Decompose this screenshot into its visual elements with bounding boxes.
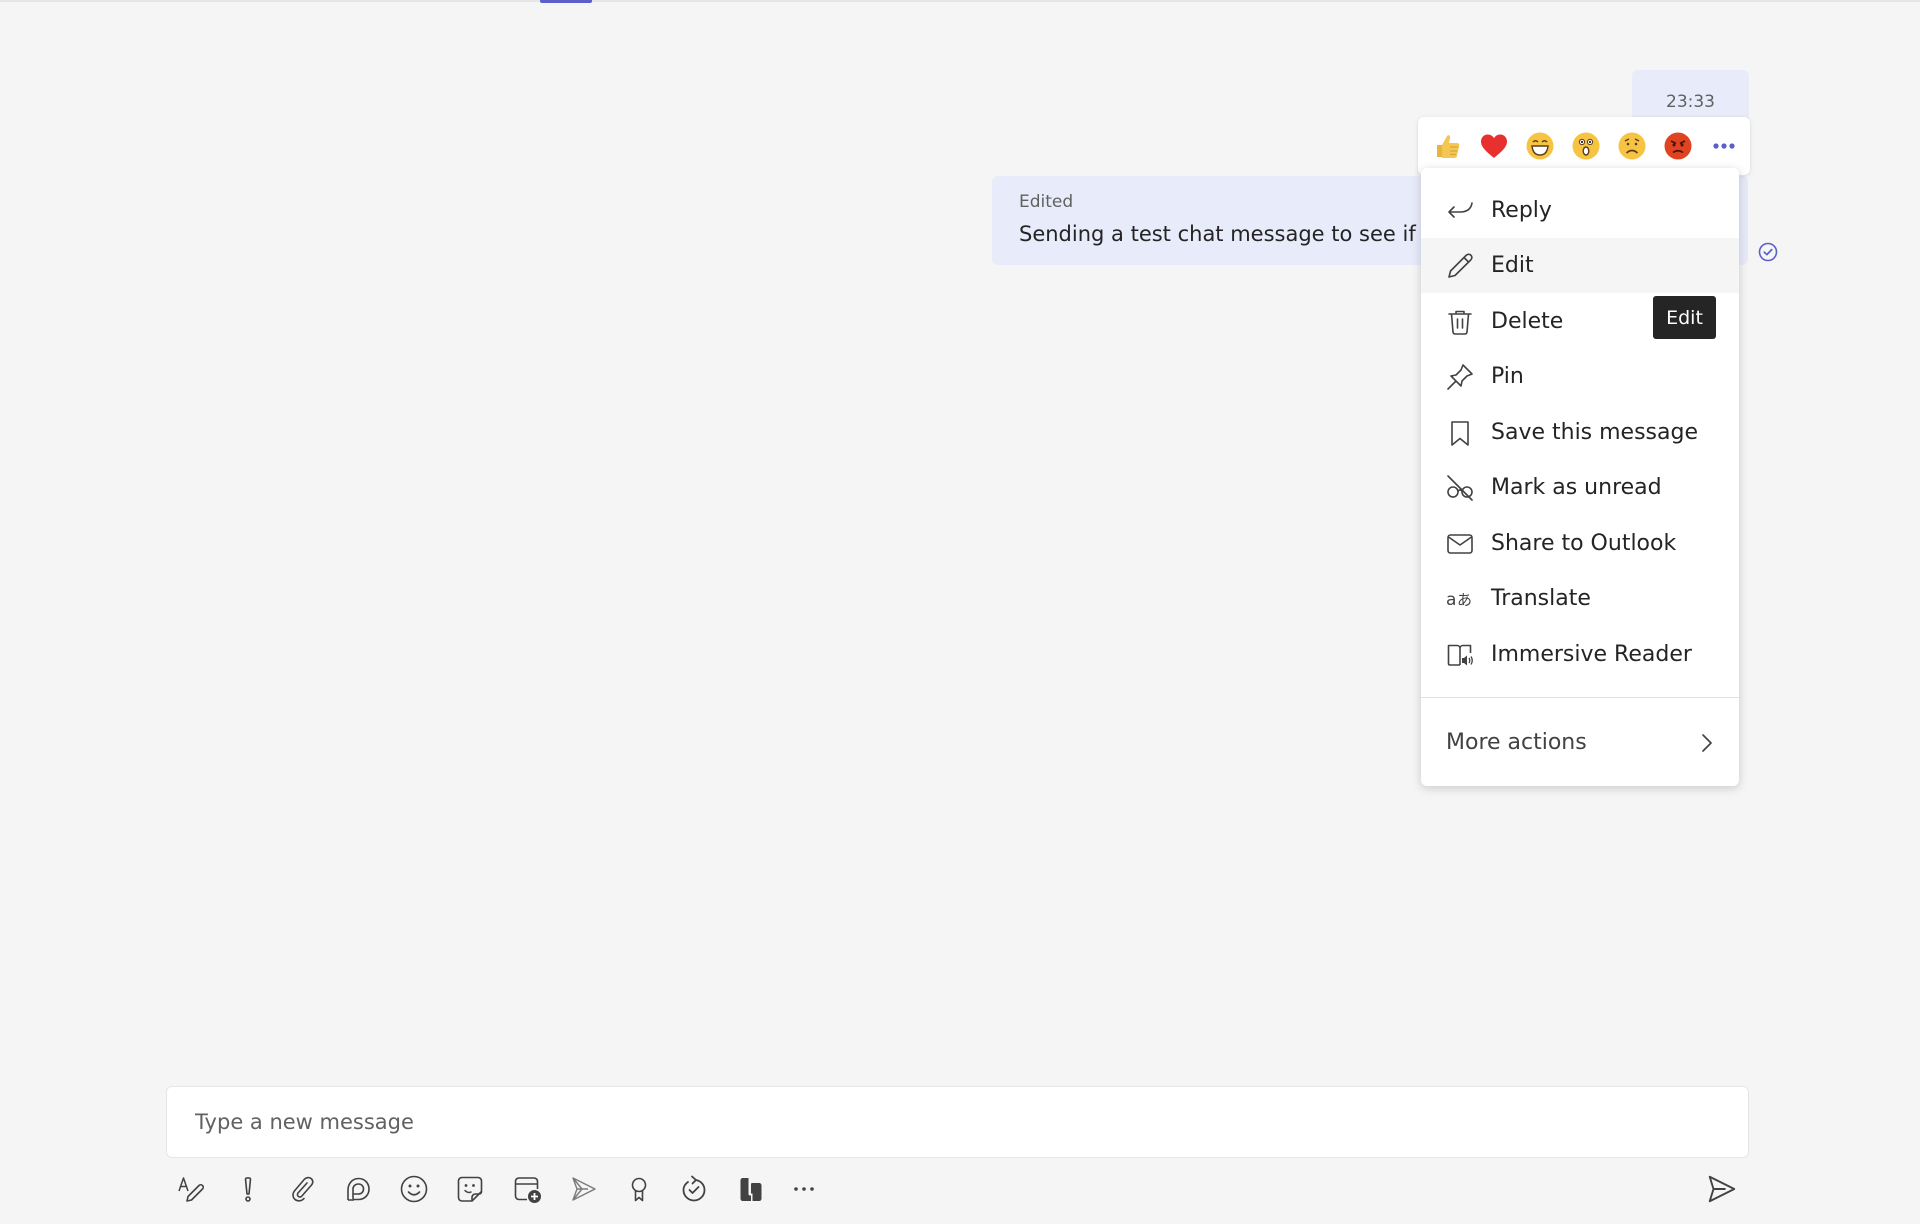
refresh-check-icon xyxy=(679,1174,709,1208)
angry-face-icon[interactable] xyxy=(1662,130,1694,162)
attach-button[interactable] xyxy=(286,1174,320,1208)
menu-label: Pin xyxy=(1491,364,1524,389)
praise-button[interactable] xyxy=(622,1174,656,1208)
menu-label: Save this message xyxy=(1491,420,1699,445)
svg-text:a: a xyxy=(1446,590,1456,610)
message-context-menu: Reply Edit Delete Pin Save this message … xyxy=(1421,168,1739,786)
edit-tooltip: Edit xyxy=(1653,296,1716,339)
reaction-bar xyxy=(1418,117,1750,175)
sticker-button[interactable] xyxy=(453,1174,487,1208)
menu-item-reply[interactable]: Reply xyxy=(1421,183,1739,238)
trash-icon xyxy=(1445,307,1475,337)
priority-button[interactable] xyxy=(231,1174,265,1208)
format-button[interactable] xyxy=(175,1174,209,1208)
svg-text:あ: あ xyxy=(1457,591,1472,609)
menu-item-save[interactable]: Save this message xyxy=(1421,405,1739,460)
sticker-icon xyxy=(455,1174,485,1208)
menu-item-immersive-reader[interactable]: Immersive Reader xyxy=(1421,627,1739,682)
menu-label: Reply xyxy=(1491,198,1552,223)
exclamation-icon xyxy=(233,1174,263,1208)
immersive-reader-icon xyxy=(1445,640,1475,670)
loop-icon xyxy=(343,1174,373,1208)
bookmark-icon xyxy=(1445,418,1475,448)
pencil-icon xyxy=(1445,251,1475,281)
translate-icon: aあ xyxy=(1445,584,1475,614)
menu-item-pin[interactable]: Pin xyxy=(1421,349,1739,404)
menu-item-translate[interactable]: aあ Translate xyxy=(1421,571,1739,626)
edited-label: Edited xyxy=(1019,192,1074,212)
menu-item-share-outlook[interactable]: Share to Outlook xyxy=(1421,516,1739,571)
more-options-button[interactable] xyxy=(787,1174,821,1208)
paperclip-icon xyxy=(288,1174,318,1208)
send-button[interactable] xyxy=(1704,1173,1740,1209)
menu-item-edit[interactable]: Edit xyxy=(1421,238,1739,293)
schedule-meeting-button[interactable] xyxy=(510,1174,544,1208)
updates-button[interactable] xyxy=(677,1174,711,1208)
more-actions-label: More actions xyxy=(1446,730,1587,755)
menu-divider xyxy=(1421,697,1739,698)
top-border xyxy=(0,0,1920,2)
calendar-add-icon xyxy=(512,1174,542,1208)
mail-icon xyxy=(1445,529,1475,559)
apps-button[interactable] xyxy=(734,1174,768,1208)
message-timestamp: 23:33 xyxy=(1666,92,1715,112)
message-text: Sending a test chat message to see if xyxy=(1019,222,1416,246)
format-icon xyxy=(177,1174,207,1208)
chevron-right-icon xyxy=(1697,731,1717,755)
menu-label: Delete xyxy=(1491,309,1564,334)
sad-face-icon[interactable] xyxy=(1616,130,1648,162)
menu-item-mark-unread[interactable]: Mark as unread xyxy=(1421,460,1739,515)
more-horizontal-icon[interactable] xyxy=(1708,130,1740,162)
emoji-button[interactable] xyxy=(397,1174,431,1208)
menu-label: Edit xyxy=(1491,253,1534,278)
emoji-icon xyxy=(399,1174,429,1208)
pin-icon xyxy=(1445,362,1475,392)
heart-icon[interactable] xyxy=(1478,130,1510,162)
menu-label: Immersive Reader xyxy=(1491,642,1692,667)
loop-button[interactable] xyxy=(341,1174,375,1208)
menu-label: Mark as unread xyxy=(1491,475,1662,500)
surprised-face-icon[interactable] xyxy=(1570,130,1602,162)
message-input[interactable] xyxy=(167,1087,1748,1157)
stream-icon xyxy=(736,1174,766,1208)
ellipsis-icon xyxy=(789,1174,819,1208)
menu-label: Share to Outlook xyxy=(1491,531,1677,556)
send-later-button[interactable] xyxy=(566,1174,600,1208)
reply-icon xyxy=(1445,196,1475,226)
menu-item-more-actions[interactable]: More actions xyxy=(1421,715,1739,770)
thumbs-up-icon[interactable] xyxy=(1432,130,1464,162)
laughing-face-icon[interactable] xyxy=(1524,130,1556,162)
send-icon xyxy=(1705,1172,1739,1210)
glasses-off-icon xyxy=(1445,473,1475,503)
compose-box xyxy=(166,1086,1749,1158)
read-check-icon xyxy=(1758,242,1778,262)
menu-label: Translate xyxy=(1491,586,1591,611)
send-outline-icon xyxy=(568,1174,598,1208)
active-tab-indicator xyxy=(540,0,592,3)
ribbon-icon xyxy=(624,1174,654,1208)
